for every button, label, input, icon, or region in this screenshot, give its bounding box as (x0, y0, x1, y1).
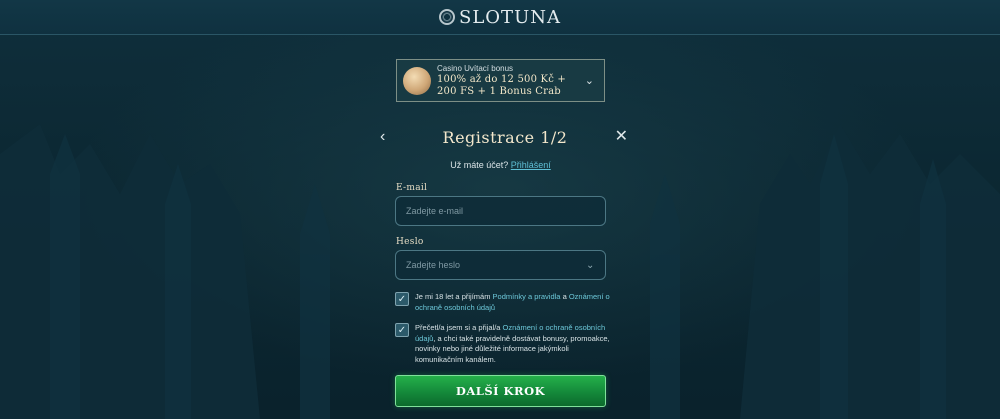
consent-marketing-text: Přečetl/a jsem si a přijal/a Oznámení o … (415, 323, 610, 365)
have-account-text: Už máte účet? (450, 160, 509, 170)
welcome-bonus-selector[interactable]: Casino Uvítací bonus 100% až do 12 500 K… (396, 59, 605, 102)
consent-marketing-text-part: , a chci také pravidelně dostávat bonusy… (415, 333, 610, 364)
top-bar: SLOTUNA (0, 0, 1000, 35)
consent-terms-checkbox[interactable]: ✓ (395, 292, 409, 306)
consent-terms-text-part: Je mi 18 let a přijímám (415, 292, 493, 301)
bonus-label: Casino Uvítací bonus (437, 63, 514, 73)
consent-marketing-checkbox[interactable]: ✓ (395, 323, 409, 337)
registration-header: ‹ Registrace 1/2 ✕ (380, 126, 630, 150)
email-field[interactable] (395, 196, 606, 226)
next-step-button[interactable]: DALŠÍ KROK (395, 375, 606, 407)
consent-marketing-text-part: Přečetl/a jsem si a přijal/a (415, 323, 503, 332)
slotuna-emblem-icon (439, 9, 456, 25)
login-prompt: Už máte účet? Přihlášení (396, 160, 605, 170)
consent-terms-text-part: a (560, 292, 569, 301)
close-icon[interactable]: ✕ (615, 126, 628, 146)
show-password-icon[interactable]: ⌄ (586, 260, 594, 271)
brand-logo[interactable]: SLOTUNA (439, 7, 561, 28)
logo-text: SLOTUNA (459, 6, 561, 28)
chevron-down-icon[interactable]: ⌄ (585, 74, 594, 87)
email-label: E-mail (396, 183, 428, 193)
password-label: Heslo (396, 237, 424, 247)
password-field[interactable] (395, 250, 606, 280)
bonus-coin-icon (403, 66, 431, 95)
terms-link[interactable]: Podmínky a pravidla (493, 292, 561, 301)
bonus-text: Casino Uvítací bonus 100% až do 12 500 K… (437, 64, 587, 98)
login-link[interactable]: Přihlášení (511, 160, 551, 170)
bonus-title: 100% až do 12 500 Kč + 200 FS + 1 Bonus … (437, 73, 566, 97)
page-title: Registrace 1/2 (442, 128, 568, 147)
consent-terms-text: Je mi 18 let a přijímám Podmínky a pravi… (415, 292, 610, 313)
